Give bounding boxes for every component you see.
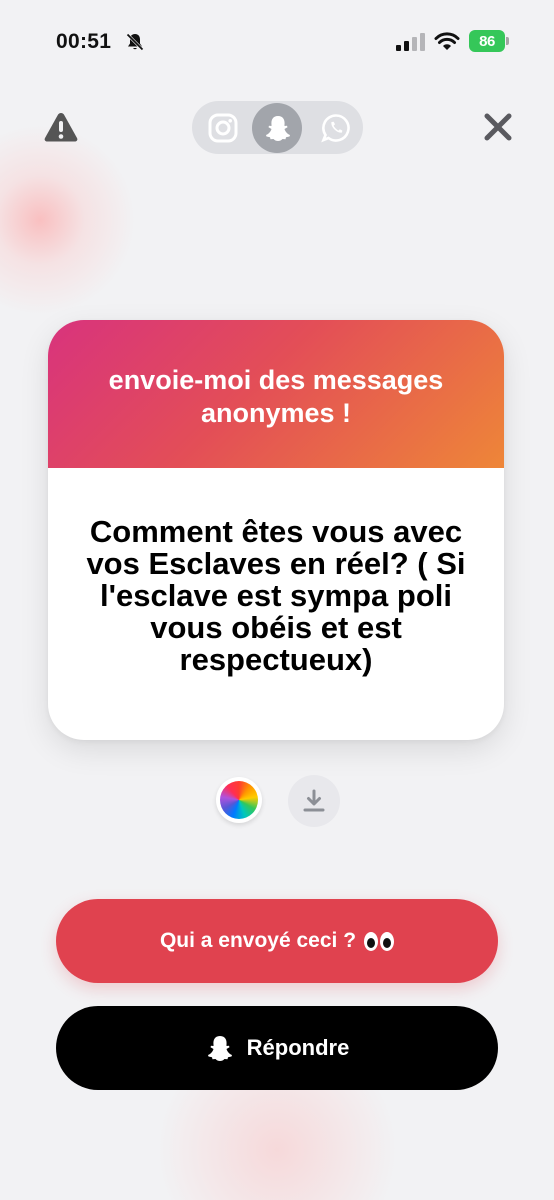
- color-picker-button[interactable]: [216, 777, 262, 823]
- download-icon: [303, 789, 325, 812]
- wifi-icon: [434, 31, 460, 51]
- download-button[interactable]: [288, 775, 340, 827]
- question-text: Comment êtes vous avec vos Esclaves en r…: [86, 514, 466, 677]
- eye-right: [380, 931, 395, 951]
- color-wheel-icon: [220, 781, 258, 819]
- close-icon[interactable]: [481, 110, 515, 144]
- battery-icon: 86: [469, 30, 505, 52]
- signal-icon: [396, 33, 426, 51]
- battery-tip: [506, 37, 509, 45]
- who-sent-label: Qui a envoyé ceci ?: [159, 929, 357, 952]
- share-platform-selector: [192, 101, 363, 154]
- warning-icon[interactable]: [43, 110, 79, 146]
- instagram-icon: [208, 113, 237, 142]
- share-snapchat-button[interactable]: [251, 101, 304, 154]
- eyes-icon: [364, 931, 395, 951]
- snapchat-icon: [265, 115, 290, 141]
- card-header: envoie-moi des messages anonymes !: [48, 320, 504, 468]
- status-bar: 00:51 86: [0, 0, 554, 80]
- eye-left: [364, 931, 379, 951]
- card-title: envoie-moi des messages anonymes !: [108, 365, 444, 428]
- whatsapp-icon: [320, 113, 350, 142]
- card-body: Comment êtes vous avec vos Esclaves en r…: [48, 468, 504, 740]
- share-whatsapp-button[interactable]: [309, 101, 362, 154]
- status-time: 00:51: [56, 30, 112, 53]
- snapchat-ghost-icon: [205, 1033, 235, 1063]
- bell-slash-icon: [124, 31, 146, 53]
- reply-label: Répondre: [246, 1035, 350, 1060]
- who-sent-this-button[interactable]: Qui a envoyé ceci ?: [56, 899, 498, 983]
- app-screen: 00:51 86 envoie-moi des messages anonyme…: [0, 0, 554, 1200]
- share-instagram-button[interactable]: [196, 101, 249, 154]
- reply-button[interactable]: Répondre: [56, 1006, 498, 1090]
- question-card: envoie-moi des messages anonymes ! Comme…: [48, 320, 504, 740]
